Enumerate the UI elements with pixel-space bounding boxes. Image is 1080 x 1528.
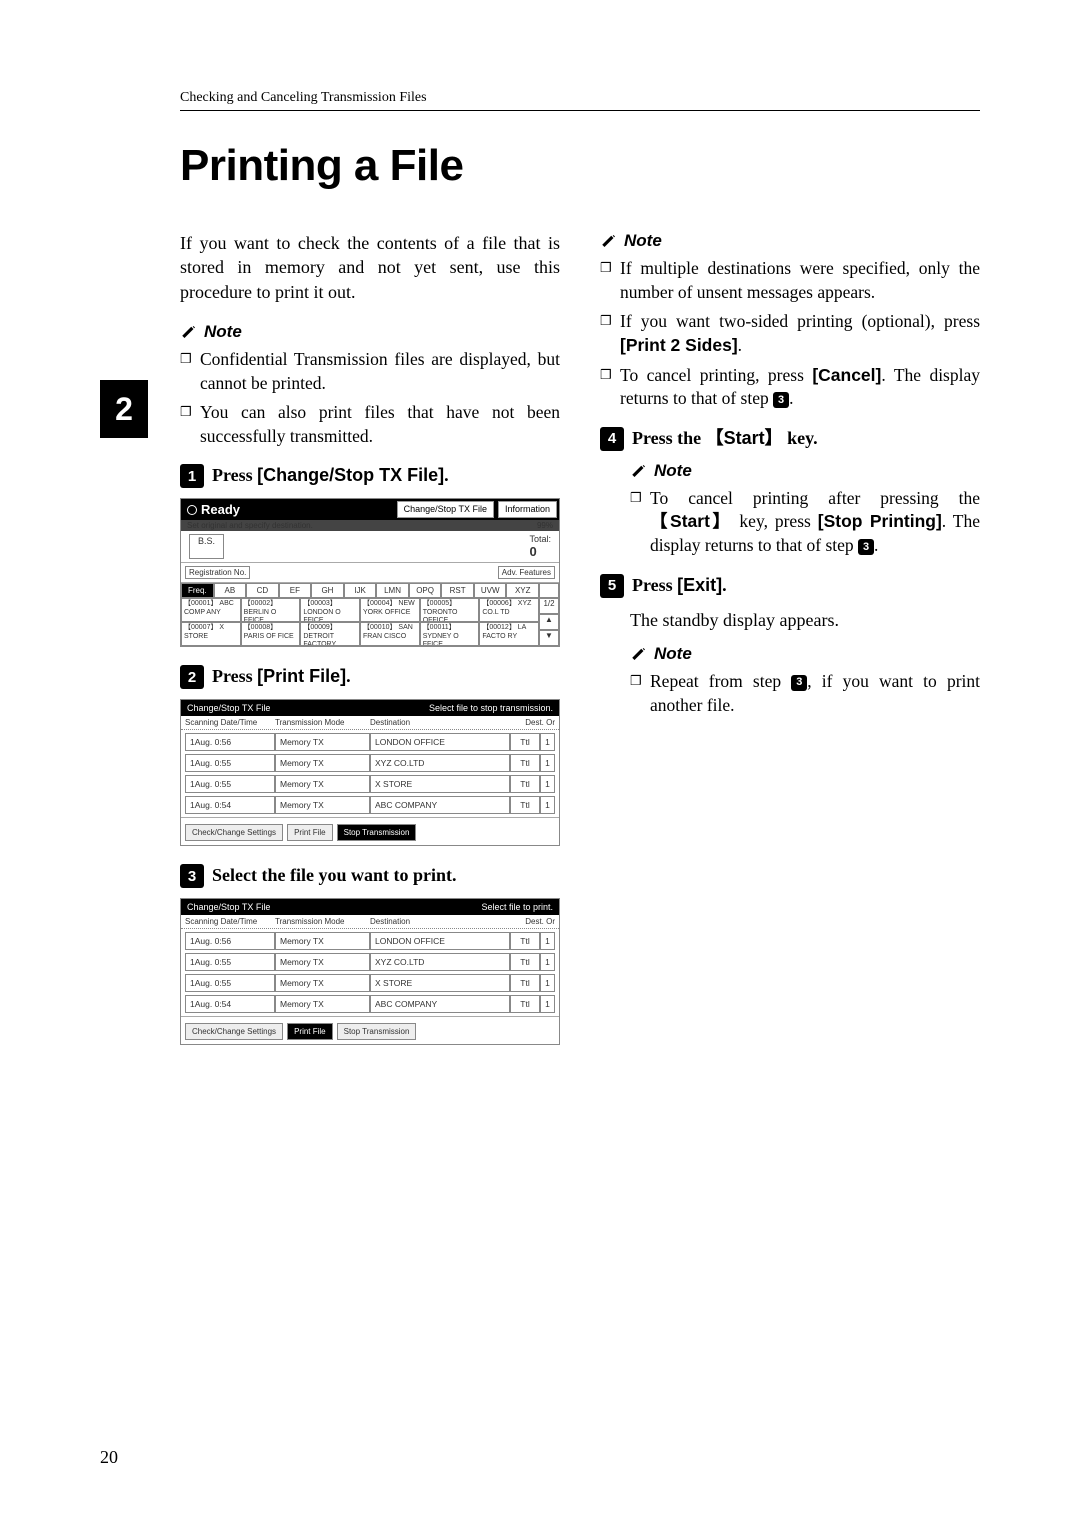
- action-button[interactable]: Stop Transmission: [337, 1023, 417, 1040]
- tab[interactable]: EF: [279, 583, 312, 598]
- button-label: [Change/Stop TX File]: [257, 465, 444, 485]
- intro-text: If you want to check the contents of a f…: [180, 231, 560, 304]
- step-number-icon: 2: [180, 665, 204, 689]
- page-title: Printing a File: [180, 141, 980, 191]
- step-ref-icon: 3: [773, 392, 789, 408]
- step-number-icon: 1: [180, 464, 204, 488]
- dest-cell[interactable]: 【00005】 TORONTO OFFICE: [420, 598, 480, 622]
- tab[interactable]: UVW: [474, 583, 507, 598]
- step-ref-icon: 3: [791, 675, 807, 691]
- bs-button[interactable]: B.S.: [189, 534, 224, 559]
- chapter-tab: 2: [100, 380, 148, 438]
- tab[interactable]: XYZ: [506, 583, 539, 598]
- action-button[interactable]: Stop Transmission: [337, 824, 417, 841]
- table-row[interactable]: 1Aug. 0:56Memory TXLONDON OFFICETtl1: [185, 733, 555, 751]
- table-row[interactable]: 1Aug. 0:56Memory TXLONDON OFFICETtl1: [185, 932, 555, 950]
- list-item: To cancel printing after pressing the 【S…: [630, 487, 980, 558]
- change-stop-button[interactable]: Change/Stop TX File: [397, 501, 494, 518]
- step-number-icon: 5: [600, 574, 624, 598]
- table-row[interactable]: 1Aug. 0:55Memory TXX STORETtl1: [185, 974, 555, 992]
- table-row[interactable]: 1Aug. 0:54Memory TXABC COMPANYTtl1: [185, 995, 555, 1013]
- note-heading: Note: [630, 461, 980, 481]
- information-button[interactable]: Information: [498, 501, 557, 518]
- pencil-icon: [630, 462, 648, 480]
- tab[interactable]: AB: [214, 583, 247, 598]
- list-item: To cancel printing, press [Cancel]. The …: [600, 364, 980, 411]
- table-row[interactable]: 1Aug. 0:54Memory TXABC COMPANYTtl1: [185, 796, 555, 814]
- left-column: If you want to check the contents of a f…: [180, 231, 560, 1063]
- note-heading: Note: [600, 231, 980, 251]
- step-number-icon: 4: [600, 427, 624, 451]
- right-column: Note If multiple destinations were speci…: [600, 231, 980, 1063]
- header-path: Checking and Canceling Transmission File…: [180, 90, 980, 111]
- dest-cell[interactable]: 【00004】 NEW YORK OFFICE: [360, 598, 420, 622]
- table-row[interactable]: 1Aug. 0:55Memory TXX STORETtl1: [185, 775, 555, 793]
- note-heading: Note: [630, 644, 980, 664]
- dest-cell[interactable]: 【00010】 SAN FRAN CISCO: [360, 622, 420, 646]
- prev-page-button[interactable]: ▲: [539, 614, 559, 630]
- button-label: [Print File]: [257, 666, 346, 686]
- step-ref-icon: 3: [858, 539, 874, 555]
- step-2: 2 Press [Print File].: [180, 665, 560, 689]
- registration-button[interactable]: Registration No.: [185, 566, 250, 579]
- standby-text: The standby display appears.: [600, 608, 980, 632]
- note-list: To cancel printing after pressing the 【S…: [630, 487, 980, 558]
- dest-cell[interactable]: 【00003】 LONDON O FFICE: [300, 598, 360, 622]
- step-5: 5 Press [Exit].: [600, 574, 980, 598]
- screenshot-print-file: Change/Stop TX FileSelect file to print.…: [180, 898, 560, 1045]
- adv-features-button[interactable]: Adv. Features: [498, 566, 555, 579]
- table-row[interactable]: 1Aug. 0:55Memory TXXYZ CO.LTDTtl1: [185, 754, 555, 772]
- tab[interactable]: CD: [246, 583, 279, 598]
- screenshot-ready: Ready Change/Stop TX File Information Se…: [180, 498, 560, 647]
- dest-cell[interactable]: 【00012】 LA FACTO RY: [479, 622, 539, 646]
- tab[interactable]: GH: [311, 583, 344, 598]
- step-1: 1 Press [Change/Stop TX File].: [180, 464, 560, 488]
- step-4: 4 Press the 【Start】 key.: [600, 427, 980, 451]
- dest-cell[interactable]: 【00007】 X STORE: [181, 622, 241, 646]
- tab-freq[interactable]: Freq.: [181, 583, 214, 598]
- note-list: Repeat from step 3, if you want to print…: [630, 670, 980, 717]
- tab[interactable]: IJK: [344, 583, 377, 598]
- action-button[interactable]: Print File: [287, 824, 333, 841]
- button-label: [Exit]: [677, 575, 722, 595]
- dest-cell[interactable]: 【00009】 DETROIT FACTORY: [300, 622, 360, 646]
- pencil-icon: [600, 232, 618, 250]
- action-button[interactable]: Check/Change Settings: [185, 1023, 283, 1040]
- list-item: You can also print files that have not b…: [180, 401, 560, 448]
- tab[interactable]: OPQ: [409, 583, 442, 598]
- dest-cell[interactable]: 【00008】 PARIS OF FICE: [241, 622, 301, 646]
- dest-cell[interactable]: 【00006】 XYZ CO.L TD: [479, 598, 539, 622]
- screenshot-file-list: Change/Stop TX FileSelect file to stop t…: [180, 699, 560, 846]
- next-page-button[interactable]: ▼: [539, 630, 559, 646]
- note-list: If multiple destinations were specified,…: [600, 257, 980, 411]
- dest-cell[interactable]: 【00011】 SYDNEY O FFICE: [420, 622, 480, 646]
- list-item: Confidential Transmission files are disp…: [180, 348, 560, 395]
- note-heading: Note: [180, 322, 560, 342]
- action-button[interactable]: Check/Change Settings: [185, 824, 283, 841]
- page-indicator: 1/2: [539, 598, 559, 614]
- pencil-icon: [180, 323, 198, 341]
- list-item: If you want two-sided printing (optional…: [600, 310, 980, 357]
- step-number-icon: 3: [180, 864, 204, 888]
- pencil-icon: [630, 645, 648, 663]
- table-row[interactable]: 1Aug. 0:55Memory TXXYZ CO.LTDTtl1: [185, 953, 555, 971]
- page-number: 20: [100, 1447, 118, 1468]
- dest-cell[interactable]: 【00001】 ABC COMP ANY: [181, 598, 241, 622]
- list-item: If multiple destinations were specified,…: [600, 257, 980, 304]
- list-item: Repeat from step 3, if you want to print…: [630, 670, 980, 717]
- dest-cell[interactable]: 【00002】 BERLIN O FFICE: [241, 598, 301, 622]
- action-button[interactable]: Print File: [287, 1023, 333, 1040]
- note-list: Confidential Transmission files are disp…: [180, 348, 560, 449]
- step-3: 3 Select the file you want to print.: [180, 864, 560, 888]
- tab[interactable]: LMN: [376, 583, 409, 598]
- tab[interactable]: RST: [441, 583, 474, 598]
